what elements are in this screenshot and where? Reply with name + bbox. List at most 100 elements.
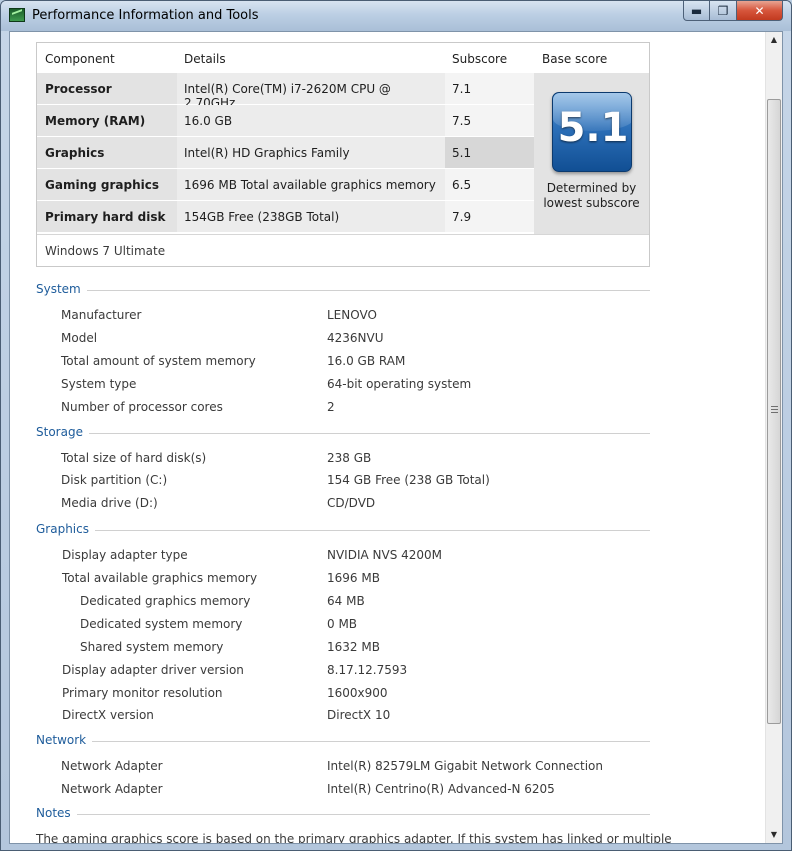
info-row: Display adapter type NVIDIA NVS 4200M [36,548,650,566]
info-label: Dedicated graphics memory [80,594,251,608]
header-subscore: Subscore [452,52,508,66]
base-score-badge-icon: 5.1 [552,92,632,172]
info-value: NVIDIA NVS 4200M [327,548,443,562]
client-area: Component Details Subscore Base score Pr… [9,31,783,844]
header-base-score: Base score [542,52,608,66]
info-value: 1600x900 [327,686,388,700]
header-details: Details [184,52,226,66]
info-label: Total amount of system memory [61,354,256,368]
details-cell: Intel(R) HD Graphics Family [177,137,445,168]
section-header: System [36,282,650,298]
header-component: Component [45,52,115,66]
info-row: System type 64-bit operating system [36,377,650,395]
info-label: Network Adapter [61,759,163,773]
table-row: Processor Intel(R) Core(TM) i7-2620M CPU… [37,73,534,110]
notes-section: Notes [36,806,650,822]
report-content: Component Details Subscore Base score Pr… [10,32,766,844]
info-label: Display adapter type [62,548,188,562]
info-label: Model [61,331,98,345]
window-controls: ▬ ❐ ✕ [683,1,783,21]
info-row: DirectX version DirectX 10 [36,708,650,726]
info-value: 238 GB [327,451,372,465]
info-label: Display adapter driver version [62,663,244,677]
scrollbar-thumb[interactable] [767,99,781,724]
table-row: Graphics Intel(R) HD Graphics Family 5.1 [37,137,534,169]
info-row: Number of processor cores 2 [36,400,650,418]
details-cell: 16.0 GB [177,105,445,136]
minimize-button[interactable]: ▬ [683,1,710,21]
base-score-note: Determined by lowest subscore [543,181,640,210]
section-divider [36,530,650,531]
component-cell: Memory (RAM) [37,105,177,136]
grip-icon [771,406,778,413]
vertical-scrollbar[interactable]: ▲ ▼ [765,32,782,843]
info-value: 154 GB Free (238 GB Total) [327,473,490,487]
details-cell: 1696 MB Total available graphics memory [177,169,445,200]
details-cell: 154GB Free (238GB Total) [177,201,445,232]
info-label: Primary monitor resolution [62,686,223,700]
info-value: 64-bit operating system [327,377,472,391]
info-value: 0 MB [327,617,358,631]
os-edition: Windows 7 Ultimate [37,234,649,266]
title-bar[interactable]: Performance Information and Tools ▬ ❐ ✕ [1,1,791,31]
section-title: System [36,282,87,296]
info-row: Primary monitor resolution 1600x900 [36,686,650,704]
info-value: DirectX 10 [327,708,391,722]
window-title: Performance Information and Tools [32,8,259,23]
app-window: Performance Information and Tools ▬ ❐ ✕ … [0,0,792,851]
info-value: CD/DVD [327,496,376,510]
info-value: 8.17.12.7593 [327,663,408,677]
score-table-header: Component Details Subscore Base score [37,43,649,73]
info-value: Intel(R) Centrino(R) Advanced-N 6205 [327,782,555,796]
info-row: Dedicated system memory 0 MB [36,617,650,635]
info-label: Total size of hard disk(s) [61,451,207,465]
table-row: Primary hard disk 154GB Free (238GB Tota… [37,201,534,233]
table-row: Gaming graphics 1696 MB Total available … [37,169,534,201]
subscore-cell: 7.1 [445,73,534,104]
base-score-cell: 5.1 Determined by lowest subscore [534,73,649,234]
info-label: Shared system memory [80,640,224,654]
info-row: Network Adapter Intel(R) 82579LM Gigabit … [36,759,650,777]
component-cell: Graphics [37,137,177,168]
info-row: Total size of hard disk(s) 238 GB [36,451,650,469]
score-table: Component Details Subscore Base score Pr… [36,42,650,267]
info-row: Display adapter driver version 8.17.12.75… [36,663,650,681]
section-divider [36,814,650,815]
section-header: Notes [36,806,650,822]
info-row: Total amount of system memory 16.0 GB RAM [36,354,650,372]
info-value: 16.0 GB RAM [327,354,406,368]
info-label: Manufacturer [61,308,142,322]
info-row: Total available graphics memory 1696 MB [36,571,650,589]
graphics-section: Graphics Display adapter type NVIDIA NVS … [36,522,650,722]
info-label: Number of processor cores [61,400,223,414]
info-row: Manufacturer LENOVO [36,308,650,326]
close-button[interactable]: ✕ [737,1,783,21]
info-label: Disk partition (C:) [61,473,168,487]
scroll-down-arrow-icon[interactable]: ▼ [766,827,782,843]
notes-text: The gaming graphics score is based on th… [36,832,672,844]
details-cell: Intel(R) Core(TM) i7-2620M CPU @ 2.70GHz [177,73,445,110]
performance-app-icon [9,8,25,22]
section-header: Graphics [36,522,650,538]
scroll-up-arrow-icon[interactable]: ▲ [766,32,782,48]
section-title: Network [36,733,93,747]
subscore-cell: 7.5 [445,105,534,136]
info-label: Total available graphics memory [62,571,258,585]
info-value: LENOVO [327,308,377,322]
info-row: Model 4236NVU [36,331,650,349]
section-title: Storage [36,425,89,439]
maximize-button[interactable]: ❐ [710,1,737,21]
info-value: 64 MB [327,594,365,608]
section-divider [36,290,650,291]
network-section: Network Network Adapter Intel(R) 82579LM … [36,733,650,796]
info-row: Media drive (D:) CD/DVD [36,496,650,514]
section-divider [36,741,650,742]
info-row: Shared system memory 1632 MB [36,640,650,658]
info-row: Network Adapter Intel(R) Centrino(R) Adva… [36,782,650,800]
info-label: Dedicated system memory [80,617,243,631]
info-value: 1696 MB [327,571,380,585]
info-value: 2 [327,400,335,414]
section-title: Graphics [36,522,95,536]
section-header: Storage [36,425,650,441]
system-section: System Manufacturer LENOVO Model 4236NVU T… [36,282,650,414]
